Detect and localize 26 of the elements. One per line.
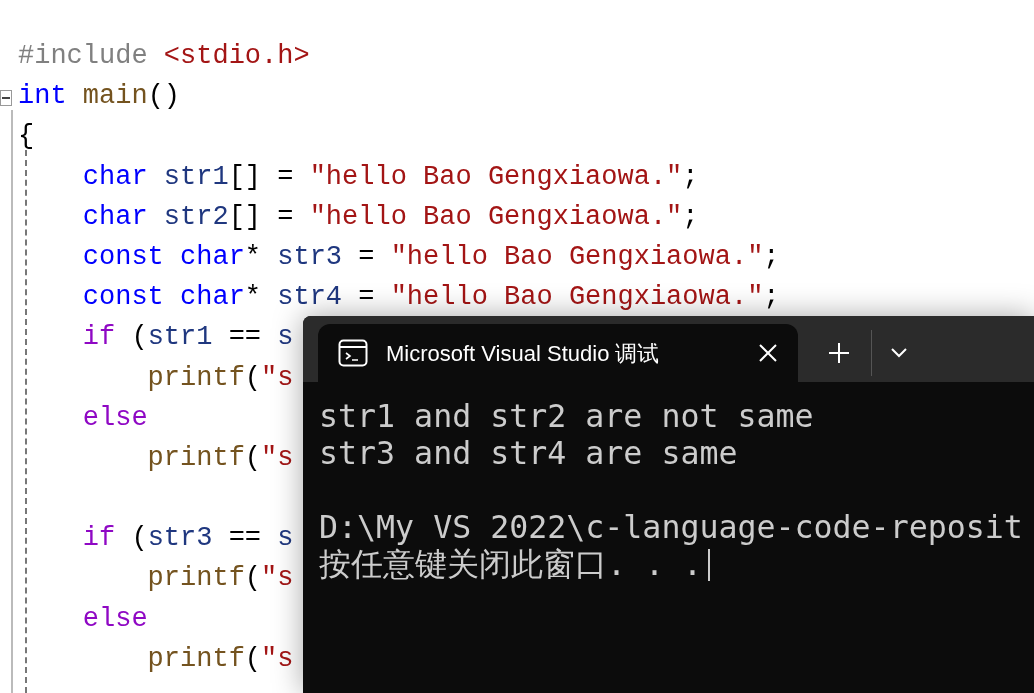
code-line: printf("s <box>146 562 294 596</box>
code-line: const char* str4 = "hello Bao Gengxiaowa."; <box>81 281 780 315</box>
fold-toggle[interactable] <box>0 90 12 106</box>
code-line: { <box>18 120 35 154</box>
console-icon <box>338 339 368 367</box>
terminal-tab[interactable]: Microsoft Visual Studio 调试 <box>318 324 798 382</box>
console-output-line: str1 and str2 are not same <box>319 398 814 435</box>
tab-title: Microsoft Visual Studio 调试 <box>386 339 661 368</box>
code-line: const char* str3 = "hello Bao Gengxiaowa."; <box>81 240 780 274</box>
console-output-line: str3 and str4 are same <box>319 435 738 472</box>
code-line: int main() <box>18 80 181 114</box>
console-output-line: D:\My VS 2022\c-language-code-reposit <box>319 509 1023 546</box>
code-line: printf("s <box>146 642 294 676</box>
chevron-down-icon[interactable] <box>890 347 908 359</box>
code-line: else <box>81 401 148 435</box>
console-output-line: 按任意键关闭此窗口. . . <box>319 546 703 583</box>
code-line: printf("s <box>146 441 294 475</box>
code-line: if (str3 == s <box>81 522 294 556</box>
code-line: char str2[] = "hello Bao Gengxiaowa."; <box>81 200 699 234</box>
code-line: else <box>81 602 148 636</box>
code-line: char str1[] = "hello Bao Gengxiaowa."; <box>81 160 699 194</box>
code-line: printf("s <box>146 361 294 395</box>
code-line: if (str1 == s <box>81 321 294 355</box>
close-icon[interactable] <box>758 343 778 363</box>
plus-icon[interactable] <box>828 342 850 364</box>
code-line: #include <stdio.h> <box>18 40 310 73</box>
